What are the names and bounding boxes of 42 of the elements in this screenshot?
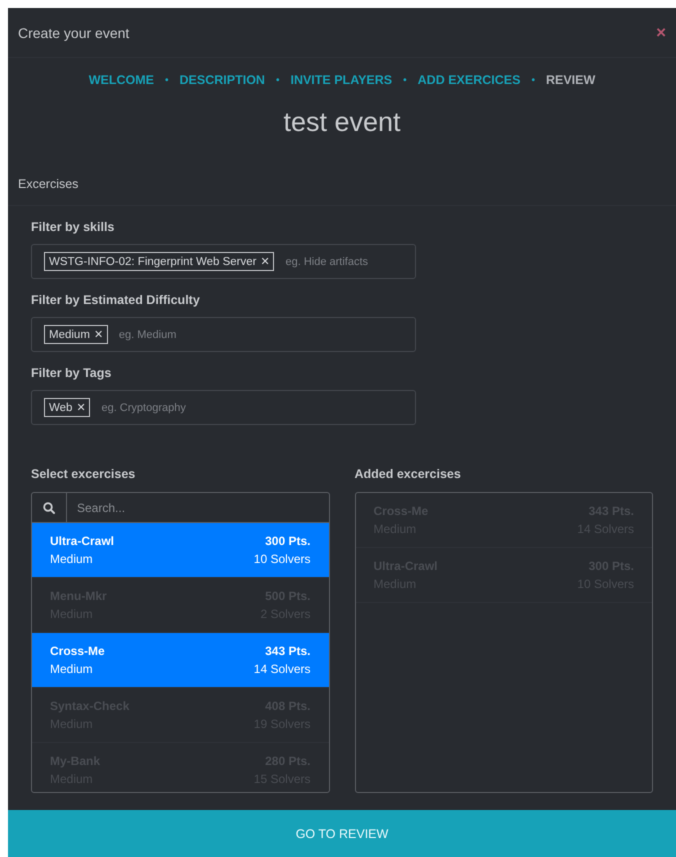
close-button[interactable]: ×: [656, 24, 666, 41]
list-heading: Select excercises: [31, 467, 136, 481]
tag-input-box[interactable]: WSTG-INFO-02: Fingerprint Web Server ✕ eg. Hide artifacts: [31, 244, 416, 279]
step-separator: •: [531, 74, 535, 86]
filter-label: Filter by Tags: [31, 366, 112, 380]
filter-label: Filter by Estimated Difficulty: [31, 293, 201, 307]
solver-count: 14 Solvers: [254, 662, 310, 676]
step-separator: •: [165, 74, 169, 86]
step-link[interactable]: INVITE PLAYERS: [290, 73, 392, 87]
step-separator: •: [403, 74, 407, 86]
event-name: test event: [282, 107, 402, 139]
remove-tag-button[interactable]: ✕: [94, 328, 103, 341]
step-link[interactable]: WELCOME: [88, 73, 154, 87]
tag-input-box[interactable]: Web ✕ eg. Cryptography: [31, 390, 416, 425]
modal-title: Create your event: [18, 24, 130, 40]
exercise-points: 343 Pts.: [264, 644, 310, 658]
remove-tag-button[interactable]: ✕: [260, 255, 270, 268]
tag-text: Web: [49, 402, 72, 414]
solver-count: 10 Solvers: [254, 552, 310, 566]
step-link[interactable]: ADD EXERCICES: [418, 73, 520, 87]
filter-label: Filter by skills: [31, 220, 116, 234]
tag-input-field[interactable]: eg. Medium: [116, 328, 403, 342]
step-link[interactable]: REVIEW: [546, 73, 596, 87]
exercise-item[interactable]: Cross-Me 343 Pts. Medium 14 Solvers: [32, 633, 328, 688]
exercise-points: 300 Pts.: [264, 534, 310, 548]
step-link[interactable]: DESCRIPTION: [180, 73, 265, 87]
tag-text: Medium: [49, 328, 90, 340]
section-heading: Excercises: [8, 162, 676, 206]
tag-input-field[interactable]: eg. Cryptography: [99, 400, 403, 414]
exercise-difficulty: Medium: [50, 662, 94, 676]
list-heading: Added excercises: [354, 467, 462, 481]
search-icon: [43, 502, 55, 514]
tag-text: WSTG-INFO-02: Fingerprint Web Server: [49, 256, 256, 268]
exercise-difficulty: Medium: [50, 552, 94, 566]
remove-tag-button[interactable]: ✕: [76, 401, 86, 414]
exercise-item[interactable]: Ultra-Crawl 300 Pts. Medium 10 Solvers: [32, 523, 328, 578]
exercise-name: Ultra-Crawl: [50, 534, 116, 548]
tag-input-field[interactable]: eg. Hide artifacts: [283, 254, 403, 268]
exercise-name: Cross-Me: [50, 644, 106, 658]
go-to-review-button[interactable]: GO TO REVIEW: [8, 810, 676, 857]
step-separator: •: [276, 74, 280, 86]
tag-input-box[interactable]: Medium ✕ eg. Medium: [31, 317, 416, 352]
